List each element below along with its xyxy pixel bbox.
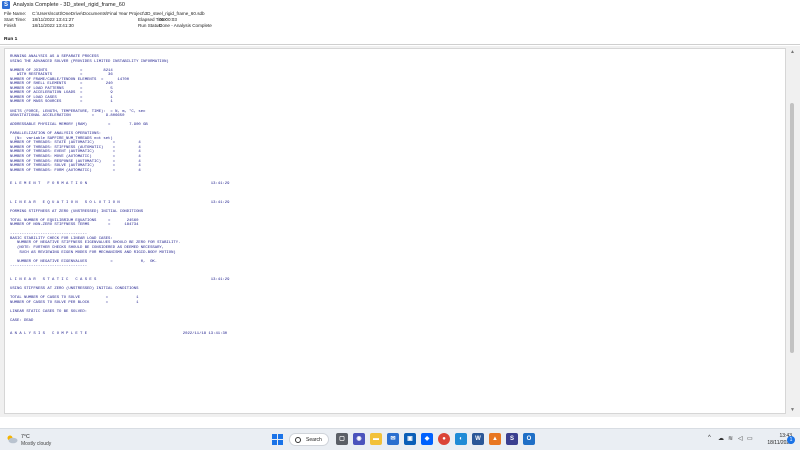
volume-icon[interactable]: ◁ xyxy=(738,435,743,442)
scroll-down-arrow-icon[interactable]: ▼ xyxy=(788,406,797,414)
tab-run-1[interactable]: Run 1 xyxy=(4,37,17,42)
analysis-log[interactable]: RUNNING ANALYSIS AS A SEPARATE PROCESS U… xyxy=(4,48,786,414)
file-explorer-icon[interactable]: ▬ xyxy=(370,433,382,445)
analysis-log-text: RUNNING ANALYSIS AS A SEPARATE PROCESS U… xyxy=(10,55,230,337)
mail-icon[interactable]: ✉ xyxy=(387,433,399,445)
word-icon[interactable]: W xyxy=(472,433,484,445)
scroll-thumb[interactable] xyxy=(790,103,794,353)
finish-time-value: 18/11/2022 13:41:30 xyxy=(32,23,74,28)
search-label: Search xyxy=(306,437,322,443)
weather-temperature: 7°C xyxy=(21,434,30,440)
taskbar: 7°C Mostly cloudy Search ▢ ◉ ▬ ✉ ▣ ◆ ● ◐… xyxy=(0,428,800,450)
browser-icon[interactable]: ◐ xyxy=(455,433,467,445)
notification-badge[interactable]: 1 xyxy=(787,436,795,444)
windows-logo-icon xyxy=(272,434,277,439)
weather-widget[interactable]: 7°C Mostly cloudy xyxy=(6,432,66,448)
cloud-icon xyxy=(7,435,18,444)
outlook-icon[interactable]: O xyxy=(523,433,535,445)
chevron-up-icon[interactable]: ^ xyxy=(708,435,711,441)
matlab-icon[interactable]: ▲ xyxy=(489,433,501,445)
report-frame: RUNNING ANALYSIS AS A SEPARATE PROCESS U… xyxy=(0,46,800,417)
dropbox-icon[interactable]: ◆ xyxy=(421,433,433,445)
finish-label: Finish xyxy=(4,23,17,28)
chat-icon[interactable]: ◉ xyxy=(353,433,365,445)
wifi-icon[interactable]: ≋ xyxy=(728,435,733,442)
search-icon xyxy=(295,437,301,443)
weather-description: Mostly cloudy xyxy=(21,441,52,447)
cloud-sync-icon[interactable]: ☁ xyxy=(718,435,724,442)
sap2000-icon[interactable]: S xyxy=(506,433,518,445)
vertical-scrollbar[interactable]: ▲ ▼ xyxy=(788,48,797,414)
scroll-up-arrow-icon[interactable]: ▲ xyxy=(788,48,797,56)
run-status-value: Done - Analysis Complete xyxy=(159,23,212,28)
store-icon[interactable]: ▣ xyxy=(404,433,416,445)
taskbar-search[interactable]: Search xyxy=(289,433,329,446)
task-view-icon[interactable]: ▢ xyxy=(336,433,348,445)
start-button[interactable] xyxy=(272,434,283,445)
battery-icon[interactable]: ▭ xyxy=(747,435,753,442)
window-title: Analysis Complete - 3D_steel_rigid_frame… xyxy=(13,2,125,8)
run-info-panel: File Name: C:\Users\scott\OneDrive\Docum… xyxy=(0,11,800,35)
app-icon: S xyxy=(2,1,10,9)
tab-strip: Run 1 xyxy=(0,36,800,45)
title-bar: S Analysis Complete - 3D_steel_rigid_fra… xyxy=(0,0,800,10)
chrome-icon[interactable]: ● xyxy=(438,433,450,445)
